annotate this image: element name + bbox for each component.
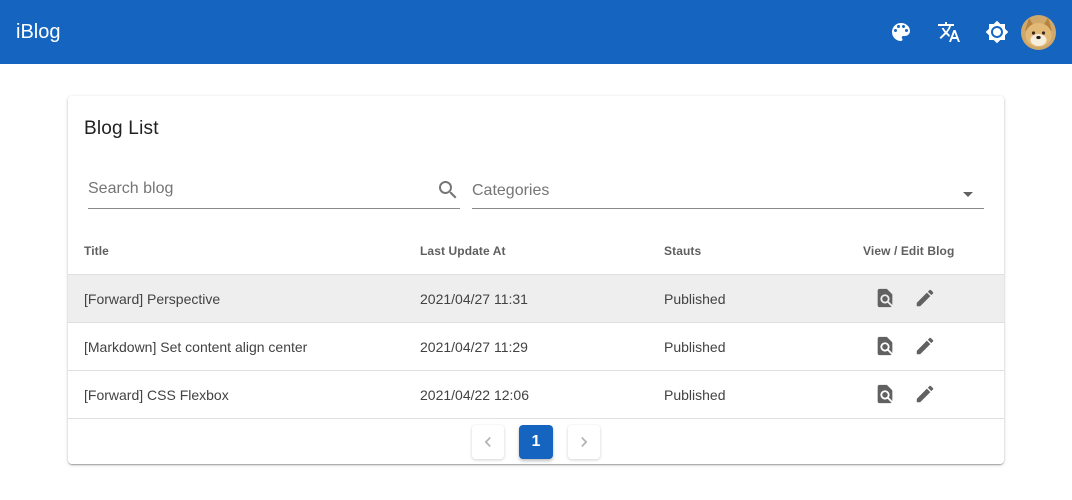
- view-blog-icon[interactable]: [874, 335, 898, 359]
- user-avatar[interactable]: [1021, 15, 1056, 50]
- row-status: Published: [664, 387, 726, 403]
- table-row[interactable]: [Forward] CSS Flexbox 2021/04/22 12:06 P…: [68, 371, 1004, 419]
- row-title: [Forward] CSS Flexbox: [84, 387, 229, 403]
- edit-blog-icon[interactable]: [914, 383, 938, 407]
- categories-select[interactable]: Categories: [472, 174, 984, 209]
- translate-icon[interactable]: [933, 16, 965, 48]
- app-bar: iBlog: [0, 0, 1072, 64]
- categories-placeholder: Categories: [472, 182, 550, 199]
- next-page-button[interactable]: [568, 425, 600, 459]
- palette-icon[interactable]: [885, 16, 917, 48]
- row-status: Published: [664, 291, 726, 307]
- table-row[interactable]: [Markdown] Set content align center 2021…: [68, 323, 1004, 371]
- row-title: [Forward] Perspective: [84, 291, 221, 307]
- search-input[interactable]: [88, 180, 428, 198]
- app-title[interactable]: iBlog: [16, 19, 60, 45]
- column-header-actions: View / Edit Blog: [863, 244, 955, 258]
- brightness-icon[interactable]: [981, 16, 1013, 48]
- row-status: Published: [664, 339, 726, 355]
- table-row[interactable]: [Forward] Perspective 2021/04/27 11:31 P…: [68, 275, 1004, 323]
- page-button-current[interactable]: 1: [519, 425, 553, 459]
- search-icon[interactable]: [436, 178, 460, 202]
- column-header-status: Stauts: [664, 244, 702, 258]
- chevron-right-icon: [581, 437, 588, 447]
- dropdown-arrow-icon[interactable]: [956, 182, 980, 206]
- edit-blog-icon[interactable]: [914, 287, 938, 311]
- table-header: Title Last Update At Stauts View / Edit …: [68, 226, 1004, 275]
- search-field[interactable]: [88, 174, 460, 209]
- view-blog-icon[interactable]: [874, 383, 898, 407]
- row-updated: 2021/04/27 11:29: [420, 339, 528, 355]
- row-updated: 2021/04/27 11:31: [420, 291, 528, 307]
- chevron-left-icon: [484, 437, 491, 447]
- view-blog-icon[interactable]: [874, 287, 898, 311]
- previous-page-button[interactable]: [472, 425, 504, 459]
- edit-blog-icon[interactable]: [914, 335, 938, 359]
- row-title: [Markdown] Set content align center: [84, 339, 308, 355]
- column-header-last-update: Last Update At: [420, 244, 506, 258]
- column-header-title: Title: [84, 244, 109, 258]
- row-updated: 2021/04/22 12:06: [420, 387, 529, 403]
- card-title: Blog List: [84, 118, 159, 139]
- blog-list-card: Blog List Categories Title Last Update A…: [68, 96, 1004, 464]
